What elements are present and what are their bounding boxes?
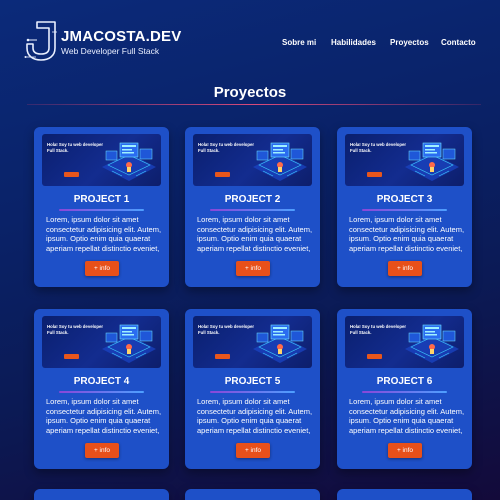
info-button[interactable]: + info <box>236 261 270 276</box>
info-button[interactable]: + info <box>388 443 422 458</box>
developer-illustration-icon <box>253 324 307 363</box>
nav-item-sobre-mi[interactable]: Sobre mi <box>282 38 316 47</box>
project-thumbnail: Hola! Soy tu web developer Full Stack. <box>345 134 464 186</box>
info-button[interactable]: + info <box>85 261 119 276</box>
site-header: JMACOSTA.DEV Web Developer Full Stack So… <box>0 0 500 90</box>
project-card: Hola! Soy tu web developer Full Stack. P… <box>34 309 169 469</box>
info-button[interactable]: + info <box>236 443 270 458</box>
title-underline <box>210 209 295 211</box>
project-description: Lorem, ipsum dolor sit amet consectetur … <box>197 397 313 435</box>
thumbnail-button <box>215 354 230 359</box>
project-thumbnail: Hola! Soy tu web developer Full Stack. <box>345 316 464 368</box>
project-thumbnail: Hola! Soy tu web developer Full Stack. <box>193 316 312 368</box>
project-description: Lorem, ipsum dolor sit amet consectetur … <box>349 215 465 253</box>
developer-illustration-icon <box>102 142 156 181</box>
developer-illustration-icon <box>102 324 156 363</box>
project-title: PROJECT 6 <box>376 376 433 387</box>
project-title: PROJECT 1 <box>73 194 130 205</box>
project-card: Hola! Soy tu web developer Full Stack. P… <box>185 127 320 287</box>
developer-illustration-icon <box>253 142 307 181</box>
thumbnail-button <box>367 354 382 359</box>
project-description: Lorem, ipsum dolor sit amet consectetur … <box>46 397 162 435</box>
title-underline <box>210 391 295 393</box>
thumbnail-button <box>215 172 230 177</box>
info-button[interactable]: + info <box>85 443 119 458</box>
project-card-partial <box>34 489 169 500</box>
nav-item-proyectos[interactable]: Proyectos <box>390 38 429 47</box>
project-title: PROJECT 4 <box>73 376 130 387</box>
developer-illustration-icon <box>405 324 459 363</box>
info-button[interactable]: + info <box>388 261 422 276</box>
project-thumbnail: Hola! Soy tu web developer Full Stack. <box>42 316 161 368</box>
title-underline <box>59 391 144 393</box>
title-underline <box>59 209 144 211</box>
thumbnail-button <box>367 172 382 177</box>
project-card: Hola! Soy tu web developer Full Stack. P… <box>185 309 320 469</box>
project-card: Hola! Soy tu web developer Full Stack. P… <box>337 309 472 469</box>
project-description: Lorem, ipsum dolor sit amet consectetur … <box>46 215 162 253</box>
project-card: Hola! Soy tu web developer Full Stack. P… <box>34 127 169 287</box>
title-underline <box>362 391 447 393</box>
project-card-partial <box>337 489 472 500</box>
page-title: Proyectos <box>213 84 287 101</box>
title-underline <box>362 209 447 211</box>
project-title: PROJECT 5 <box>224 376 281 387</box>
nav-item-habilidades[interactable]: Habilidades <box>331 38 376 47</box>
title-divider <box>27 104 481 105</box>
thumbnail-button <box>64 354 79 359</box>
project-title: PROJECT 2 <box>224 194 281 205</box>
project-description: Lorem, ipsum dolor sit amet consectetur … <box>349 397 465 435</box>
thumbnail-button <box>64 172 79 177</box>
main-nav: Sobre mi Habilidades Proyectos Contacto <box>0 38 500 50</box>
project-title: PROJECT 3 <box>376 194 433 205</box>
project-card: Hola! Soy tu web developer Full Stack. P… <box>337 127 472 287</box>
project-thumbnail: Hola! Soy tu web developer Full Stack. <box>42 134 161 186</box>
project-thumbnail: Hola! Soy tu web developer Full Stack. <box>193 134 312 186</box>
developer-illustration-icon <box>405 142 459 181</box>
project-description: Lorem, ipsum dolor sit amet consectetur … <box>197 215 313 253</box>
project-card-partial <box>185 489 320 500</box>
nav-item-contacto[interactable]: Contacto <box>441 38 476 47</box>
